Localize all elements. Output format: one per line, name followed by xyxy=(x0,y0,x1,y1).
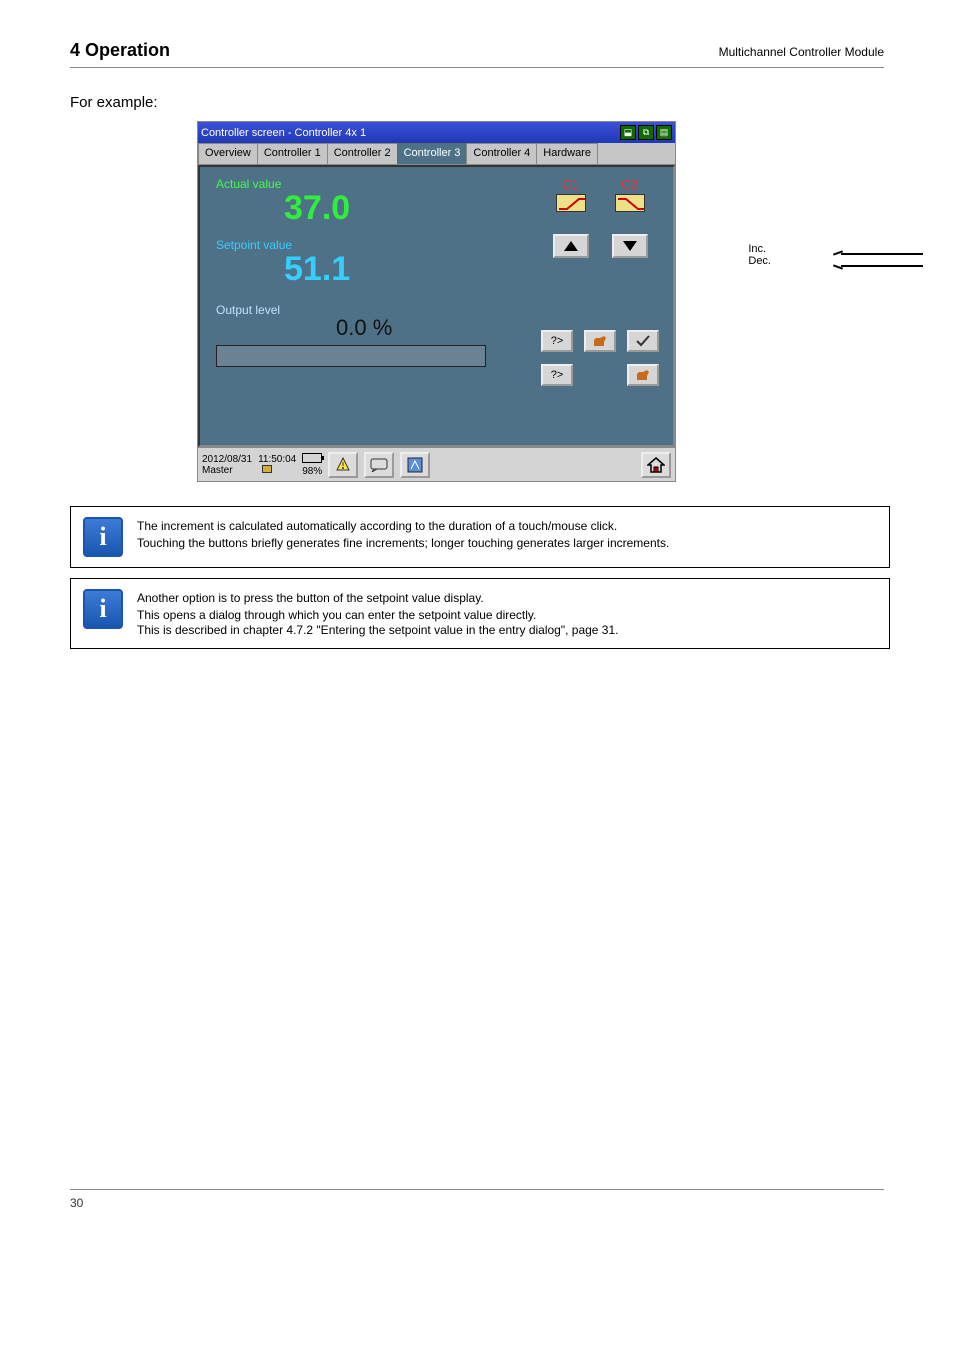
mode-manual-button-2[interactable] xyxy=(627,364,659,386)
mode-check-button[interactable] xyxy=(627,330,659,352)
window-titlebar: Controller screen - Controller 4x 1 ⬓ ⧉ … xyxy=(198,122,675,143)
info2-line3: This is described in chapter 4.7.2 "Ente… xyxy=(137,623,877,638)
c1-label: C1 xyxy=(562,177,579,192)
info-box-2: i Another option is to press the button … xyxy=(70,578,890,649)
tab-controller-2[interactable]: Controller 2 xyxy=(327,143,398,164)
doc-title: Multichannel Controller Module xyxy=(719,45,884,59)
battery-percent: 98% xyxy=(302,466,322,477)
alarm-button[interactable] xyxy=(328,452,358,478)
tab-controller-3[interactable]: Controller 3 xyxy=(397,143,468,164)
info-icon: i xyxy=(83,517,123,557)
callout-dec: Dec. xyxy=(748,255,771,267)
status-bar: 2012/08/31 Master 11:50:04 98% xyxy=(198,447,675,481)
ramp-up-icon xyxy=(556,194,586,212)
mode-auto-button-2[interactable]: ?> xyxy=(541,364,573,386)
home-button[interactable] xyxy=(641,452,671,478)
right-panel: C1 C2 xyxy=(541,177,659,386)
callout-inc: Inc. xyxy=(748,243,771,255)
page-number: 30 xyxy=(70,1196,83,1210)
tools-button[interactable] xyxy=(400,452,430,478)
title-icon-3[interactable]: ▤ xyxy=(656,125,672,140)
tab-controller-4[interactable]: Controller 4 xyxy=(466,143,537,164)
info1-line2: Touching the buttons briefly generates f… xyxy=(137,536,877,551)
key-icon xyxy=(262,465,272,473)
title-icon-2[interactable]: ⧉ xyxy=(638,125,654,140)
app-window: Controller screen - Controller 4x 1 ⬓ ⧉ … xyxy=(197,121,676,482)
tab-hardware[interactable]: Hardware xyxy=(536,143,598,164)
window-title: Controller screen - Controller 4x 1 xyxy=(201,127,366,139)
info2-line2: This opens a dialog through which you ca… xyxy=(137,608,877,623)
mode-manual-button[interactable] xyxy=(584,330,616,352)
mode-auto-button[interactable]: ?> xyxy=(541,330,573,352)
increment-button[interactable] xyxy=(553,234,589,258)
message-button[interactable] xyxy=(364,452,394,478)
tab-controller-1[interactable]: Controller 1 xyxy=(257,143,328,164)
battery-icon xyxy=(302,453,322,463)
status-date: 2012/08/31 xyxy=(202,454,252,465)
output-level-bar xyxy=(216,345,486,367)
title-icon-1[interactable]: ⬓ xyxy=(620,125,636,140)
decrement-button[interactable] xyxy=(612,234,648,258)
ramp-down-icon xyxy=(615,194,645,212)
c2-label: C2 xyxy=(621,177,638,192)
status-time: 11:50:04 xyxy=(258,454,296,465)
info2-line1: Another option is to press the button of… xyxy=(137,591,877,606)
section-title: 4 Operation xyxy=(70,40,170,61)
tabs-row: Overview Controller 1 Controller 2 Contr… xyxy=(198,143,675,165)
info1-line1: The increment is calculated automaticall… xyxy=(137,519,877,534)
status-user: Master xyxy=(202,465,233,476)
info-box-1: i The increment is calculated automatica… xyxy=(70,506,890,568)
tab-overview[interactable]: Overview xyxy=(198,143,258,164)
intro-text: For example: xyxy=(70,94,884,111)
info-icon: i xyxy=(83,589,123,629)
content-area: Actual value 37.0 Setpoint value 51.1 Ou… xyxy=(198,165,675,447)
